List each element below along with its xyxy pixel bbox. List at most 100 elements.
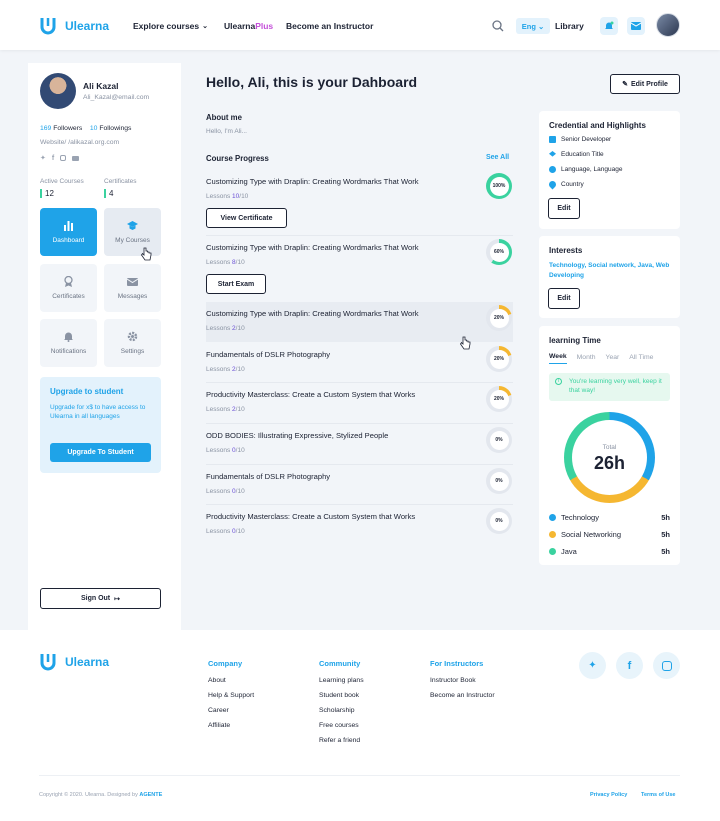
tab-week[interactable]: Week xyxy=(549,353,567,364)
search-icon[interactable] xyxy=(492,20,504,32)
about-title: About me xyxy=(206,113,242,122)
footer: Ulearna Company About Help & Support Car… xyxy=(0,630,720,821)
hand-cursor-icon xyxy=(141,247,152,261)
start-exam-button[interactable]: Start Exam xyxy=(206,274,266,294)
twitter-icon[interactable]: ✦ xyxy=(40,154,46,162)
course-title[interactable]: Productivity Masterclass: Create a Custo… xyxy=(206,512,476,521)
hand-cursor-icon xyxy=(459,336,471,352)
legend-value: 5h xyxy=(661,513,670,522)
legend-item: Social Networking 5h xyxy=(549,530,670,539)
footer-link[interactable]: Refer a friend xyxy=(319,737,364,744)
course-title[interactable]: ODD BODIES: Illustrating Expressive, Sty… xyxy=(206,431,476,440)
youtube-icon[interactable] xyxy=(72,155,80,161)
twitter-button[interactable]: ✦ xyxy=(579,652,606,679)
website-link[interactable]: Website/ /alikazal.org.com xyxy=(40,139,119,146)
tile-label: My Courses xyxy=(115,237,150,244)
interest-tag[interactable]: Technology, xyxy=(549,262,586,269)
tile-my-courses[interactable]: My Courses xyxy=(104,208,161,256)
footer-company: Company About Help & Support Career Affi… xyxy=(208,659,254,737)
edit-credentials-button[interactable]: Edit xyxy=(548,198,580,219)
footer-link[interactable]: Free courses xyxy=(319,722,364,729)
language-value: Eng xyxy=(521,21,536,31)
logo[interactable]: Ulearna xyxy=(39,16,109,36)
progress-ring: 0% xyxy=(486,427,512,453)
footer-link[interactable]: Learning plans xyxy=(319,677,364,684)
credential-label: Country xyxy=(561,181,584,188)
course-title[interactable]: Fundamentals of DSLR Photography xyxy=(206,350,476,359)
followers-stats: 169 Followers 10 Followings xyxy=(40,125,131,132)
progress-ring: 0% xyxy=(486,508,512,534)
course-title[interactable]: Customizing Type with Draplin: Creating … xyxy=(206,309,476,318)
see-all-link[interactable]: See All xyxy=(486,154,509,161)
avatar[interactable] xyxy=(656,13,680,37)
certificates-value: 4 xyxy=(104,189,113,198)
progress-percent: 20% xyxy=(489,349,509,369)
tab-all-time[interactable]: All Time xyxy=(629,354,653,364)
footer-link[interactable]: Student book xyxy=(319,692,364,699)
legend-label: Java xyxy=(561,547,577,556)
tile-notifications[interactable]: Notifications xyxy=(40,319,97,367)
tab-month[interactable]: Month xyxy=(577,354,596,364)
edit-interests-button[interactable]: Edit xyxy=(548,288,580,309)
course-title[interactable]: Customizing Type with Draplin: Creating … xyxy=(206,177,476,186)
total-value: 26h xyxy=(593,453,626,473)
instagram-button[interactable] xyxy=(653,652,680,679)
privacy-link[interactable]: Privacy Policy xyxy=(590,792,627,798)
footer-link[interactable]: Become an Instructor xyxy=(430,692,495,699)
lessons-label: Lessons xyxy=(206,447,231,454)
credential-item: Education Title xyxy=(549,151,604,158)
footer-heading: For Instructors xyxy=(430,659,484,668)
about-text: Hello, I'm Ali... xyxy=(206,128,247,135)
course-progress-title: Course Progress xyxy=(206,154,269,163)
edit-profile-button[interactable]: ✎ Edit Profile xyxy=(610,74,680,94)
tile-certificates[interactable]: Certificates xyxy=(40,264,97,312)
library-link[interactable]: Library xyxy=(555,21,584,31)
progress-percent: 20% xyxy=(489,389,509,409)
facebook-button[interactable]: f xyxy=(616,652,643,679)
footer-link[interactable]: Affiliate xyxy=(208,722,254,729)
become-instructor-link[interactable]: Become an Instructor xyxy=(286,21,373,31)
profile-avatar xyxy=(40,73,76,109)
copyright: Copyright © 2020. Ulearna. Designed by A… xyxy=(39,792,162,798)
footer-link[interactable]: Scholarship xyxy=(319,707,364,714)
messages-button[interactable] xyxy=(627,17,645,35)
footer-link[interactable]: Instructor Book xyxy=(430,677,495,684)
footer-link[interactable]: Career xyxy=(208,707,254,714)
tile-messages[interactable]: Messages xyxy=(104,264,161,312)
footer-link[interactable]: Help & Support xyxy=(208,692,254,699)
designer-link[interactable]: AGENTE xyxy=(139,792,162,798)
location-pin-icon xyxy=(547,179,558,190)
course-lessons: Lessons 2/10 xyxy=(206,325,245,332)
upgrade-button[interactable]: Upgrade To Student xyxy=(50,443,151,462)
sign-out-button[interactable]: Sign Out ↦ xyxy=(40,588,161,609)
envelope-icon xyxy=(127,278,138,286)
view-certificate-button[interactable]: View Certificate xyxy=(206,208,287,228)
terms-link[interactable]: Terms of Use xyxy=(641,792,675,798)
facebook-icon[interactable]: f xyxy=(52,155,54,162)
explore-courses-menu[interactable]: Explore courses ⌄ xyxy=(133,21,208,31)
language-select[interactable]: Eng ⌄ xyxy=(516,18,550,34)
progress-percent: 20% xyxy=(489,308,509,328)
notifications-button[interactable] xyxy=(600,17,618,35)
tile-dashboard[interactable]: Dashboard xyxy=(40,208,97,256)
lessons-total: /10 xyxy=(235,488,245,495)
credential-label: Education Title xyxy=(561,151,604,158)
lessons-total: /10 xyxy=(235,259,245,266)
certificates-label: Certificates xyxy=(104,178,137,185)
tile-settings[interactable]: Settings xyxy=(104,319,161,367)
course-title[interactable]: Customizing Type with Draplin: Creating … xyxy=(206,243,476,252)
footer-logo[interactable]: Ulearna xyxy=(39,652,109,672)
footer-link[interactable]: About xyxy=(208,677,254,684)
interest-tag[interactable]: Java, xyxy=(638,262,654,269)
course-title[interactable]: Productivity Masterclass: Create a Custo… xyxy=(206,390,476,399)
course-title[interactable]: Fundamentals of DSLR Photography xyxy=(206,472,476,481)
interest-tag[interactable]: Social network, xyxy=(588,262,636,269)
tile-label: Certificates xyxy=(52,293,85,300)
ulearna-plus-link[interactable]: UlearnaPlus xyxy=(224,21,273,31)
instagram-icon[interactable] xyxy=(60,155,67,161)
bar-chart-icon xyxy=(64,221,73,231)
lessons-label: Lessons xyxy=(206,528,231,535)
learning-alert: i You're learning very well, keep it tha… xyxy=(549,373,670,401)
tab-year[interactable]: Year xyxy=(606,354,620,364)
learning-time-title: learning Time xyxy=(549,336,601,345)
